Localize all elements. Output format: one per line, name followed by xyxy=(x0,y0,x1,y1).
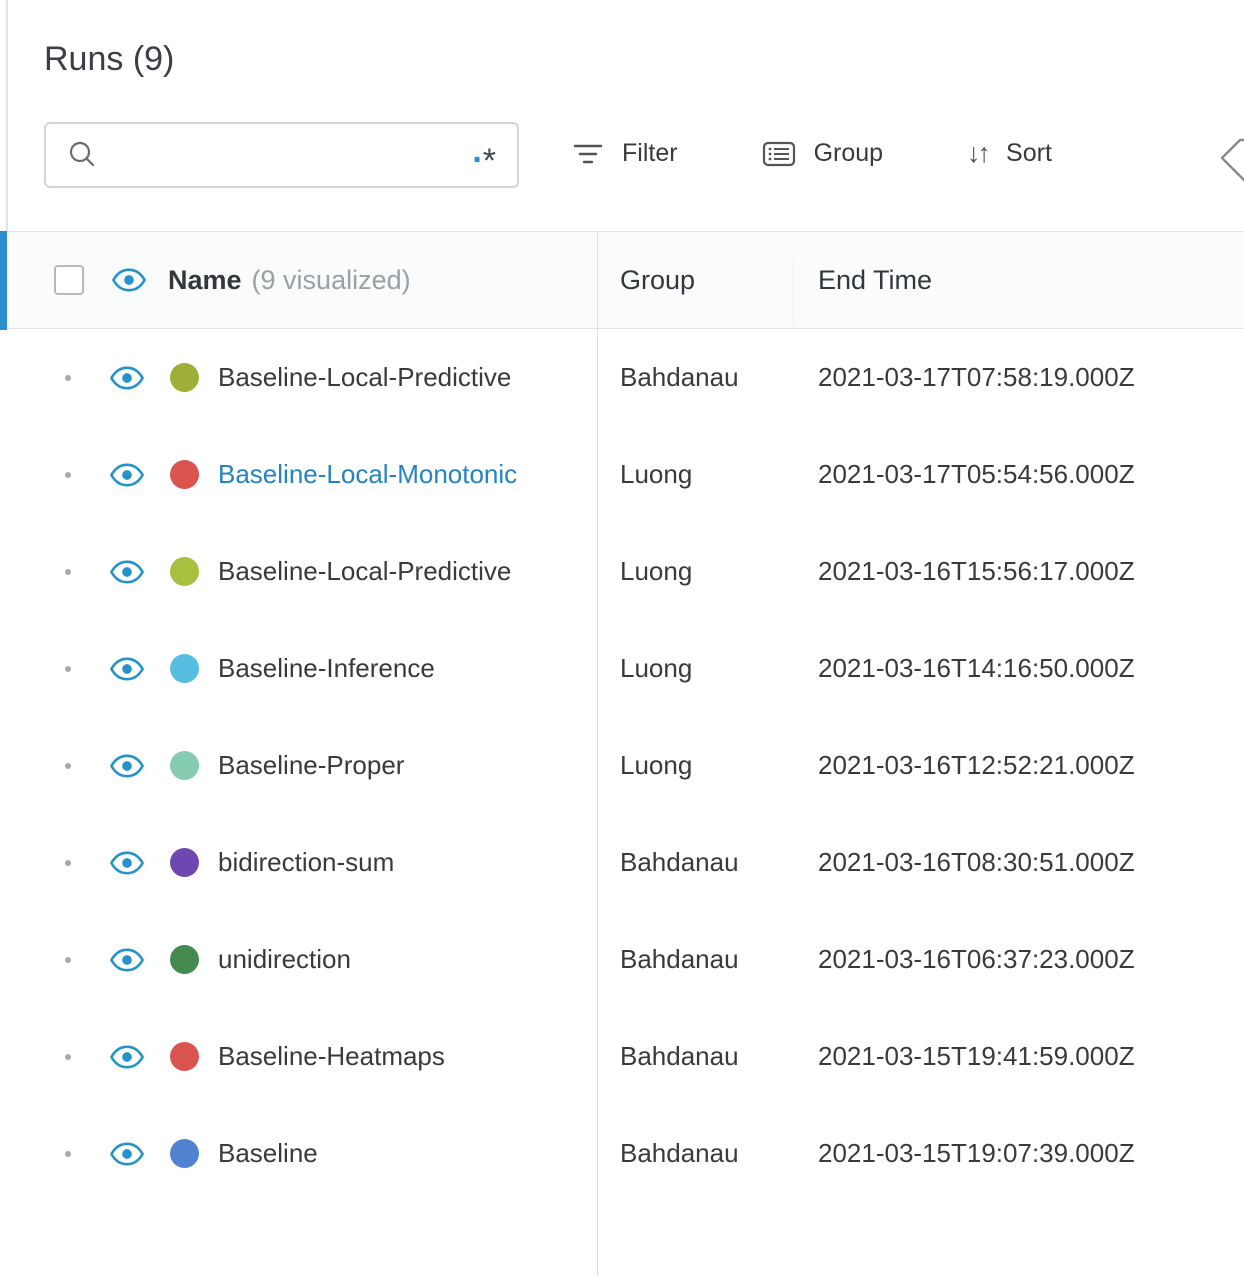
table-row[interactable]: Baseline-Inference Luong 2021-03-16T14:1… xyxy=(0,620,1244,717)
drag-handle-dot[interactable] xyxy=(65,1150,71,1157)
table-row[interactable]: Baseline-Local-Monotonic Luong 2021-03-1… xyxy=(0,426,1244,523)
filter-icon xyxy=(573,144,603,163)
name-group-column-divider xyxy=(597,231,598,1276)
runs-panel: Runs (9) .* Filter Group ↓↑ Sort Name (9… xyxy=(0,0,1244,1276)
visibility-eye-icon[interactable] xyxy=(110,365,144,391)
run-color-dot xyxy=(170,848,199,877)
visibility-eye-icon[interactable] xyxy=(110,753,144,779)
filter-button[interactable]: Filter xyxy=(572,139,678,168)
group-button[interactable]: Group xyxy=(762,139,883,168)
run-name[interactable]: bidirection-sum xyxy=(218,847,394,878)
sort-icon: ↓↑ xyxy=(967,138,991,168)
run-group: Bahdanau xyxy=(620,1138,739,1168)
visibility-eye-icon[interactable] xyxy=(112,267,146,293)
run-color-dot xyxy=(170,557,199,586)
run-group: Bahdanau xyxy=(620,847,739,877)
run-end-time: 2021-03-16T08:30:51.000Z xyxy=(818,847,1135,877)
run-name[interactable]: unidirection xyxy=(218,944,351,975)
run-end-time: 2021-03-16T12:52:21.000Z xyxy=(818,750,1135,780)
run-end-time: 2021-03-16T15:56:17.000Z xyxy=(818,556,1135,586)
run-name[interactable]: Baseline-Heatmaps xyxy=(218,1041,445,1072)
run-group: Luong xyxy=(620,750,693,780)
page-title: Runs (9) xyxy=(44,40,175,78)
run-name[interactable]: Baseline-Inference xyxy=(218,653,435,684)
visualized-count: (9 visualized) xyxy=(251,264,411,295)
run-color-dot xyxy=(170,751,199,780)
group-icon xyxy=(762,141,795,166)
drag-handle-dot[interactable] xyxy=(65,665,71,672)
run-color-dot xyxy=(170,654,199,683)
drag-handle-dot[interactable] xyxy=(65,1053,71,1060)
drag-handle-dot[interactable] xyxy=(65,374,71,381)
run-end-time: 2021-03-16T06:37:23.000Z xyxy=(818,944,1135,974)
visibility-eye-icon[interactable] xyxy=(110,559,144,585)
search-input[interactable] xyxy=(98,124,473,186)
visibility-eye-icon[interactable] xyxy=(110,1044,144,1070)
visibility-eye-icon[interactable] xyxy=(110,462,144,488)
visibility-eye-icon[interactable] xyxy=(110,656,144,682)
visibility-eye-icon[interactable] xyxy=(110,947,144,973)
table-row[interactable]: Baseline-Proper Luong 2021-03-16T12:52:2… xyxy=(0,717,1244,814)
run-color-dot xyxy=(170,460,199,489)
drag-handle-dot[interactable] xyxy=(65,956,71,963)
run-group: Luong xyxy=(620,653,693,683)
run-name[interactable]: Baseline-Local-Predictive xyxy=(218,556,511,587)
run-group: Bahdanau xyxy=(620,944,739,974)
run-group: Luong xyxy=(620,459,693,489)
sort-label: Sort xyxy=(1006,139,1052,167)
run-name[interactable]: Baseline xyxy=(218,1138,318,1169)
search-icon xyxy=(69,141,95,167)
run-name[interactable]: Baseline-Proper xyxy=(218,750,404,781)
table-header-row: Name (9 visualized) Group End Time xyxy=(0,231,1244,329)
run-end-time: 2021-03-17T05:54:56.000Z xyxy=(818,459,1135,489)
run-end-time: 2021-03-16T14:16:50.000Z xyxy=(818,653,1135,683)
drag-handle-dot[interactable] xyxy=(65,762,71,769)
run-group: Luong xyxy=(620,556,693,586)
run-end-time: 2021-03-15T19:07:39.000Z xyxy=(818,1138,1135,1168)
visibility-eye-icon[interactable] xyxy=(110,1141,144,1167)
drag-handle-dot[interactable] xyxy=(65,471,71,478)
run-end-time: 2021-03-17T07:58:19.000Z xyxy=(818,362,1135,392)
select-all-checkbox[interactable] xyxy=(54,265,84,295)
panel-header: Runs (9) .* Filter Group ↓↑ Sort xyxy=(0,0,1244,231)
runs-table-body: Baseline-Local-Predictive Bahdanau 2021-… xyxy=(0,329,1244,1202)
table-row[interactable]: Baseline-Heatmaps Bahdanau 2021-03-15T19… xyxy=(0,1008,1244,1105)
run-group: Bahdanau xyxy=(620,362,739,392)
tag-button[interactable] xyxy=(1216,134,1244,187)
column-header-end-time[interactable]: End Time xyxy=(793,265,1244,296)
table-row[interactable]: Baseline Bahdanau 2021-03-15T19:07:39.00… xyxy=(0,1105,1244,1202)
table-row[interactable]: bidirection-sum Bahdanau 2021-03-16T08:3… xyxy=(0,814,1244,911)
run-color-dot xyxy=(170,945,199,974)
group-label: Group xyxy=(813,139,884,167)
drag-handle-dot[interactable] xyxy=(65,859,71,866)
run-color-dot xyxy=(170,1042,199,1071)
visibility-eye-icon[interactable] xyxy=(110,850,144,876)
table-row[interactable]: Baseline-Local-Predictive Bahdanau 2021-… xyxy=(0,329,1244,426)
tag-icon xyxy=(1220,138,1244,182)
header-accent-bar xyxy=(0,231,7,330)
regex-dot: . xyxy=(472,132,483,170)
table-row[interactable]: unidirection Bahdanau 2021-03-16T06:37:2… xyxy=(0,911,1244,1008)
filter-label: Filter xyxy=(622,139,678,167)
group-time-column-divider xyxy=(793,260,794,326)
run-end-time: 2021-03-15T19:41:59.000Z xyxy=(818,1041,1135,1071)
regex-toggle-icon[interactable]: .* xyxy=(472,134,497,178)
regex-star: * xyxy=(482,142,497,180)
table-toolbar: Filter Group ↓↑ Sort xyxy=(572,138,1052,169)
drag-handle-dot[interactable] xyxy=(65,568,71,575)
table-row[interactable]: Baseline-Local-Predictive Luong 2021-03-… xyxy=(0,523,1244,620)
run-group: Bahdanau xyxy=(620,1041,739,1071)
run-name[interactable]: Baseline-Local-Predictive xyxy=(218,362,511,393)
column-header-group[interactable]: Group xyxy=(597,265,793,296)
run-color-dot xyxy=(170,363,199,392)
column-header-name[interactable]: Name xyxy=(168,265,242,296)
run-search-box[interactable]: .* xyxy=(44,122,519,188)
sort-button[interactable]: ↓↑ Sort xyxy=(967,138,1052,169)
run-name[interactable]: Baseline-Local-Monotonic xyxy=(218,459,517,490)
run-color-dot xyxy=(170,1139,199,1168)
